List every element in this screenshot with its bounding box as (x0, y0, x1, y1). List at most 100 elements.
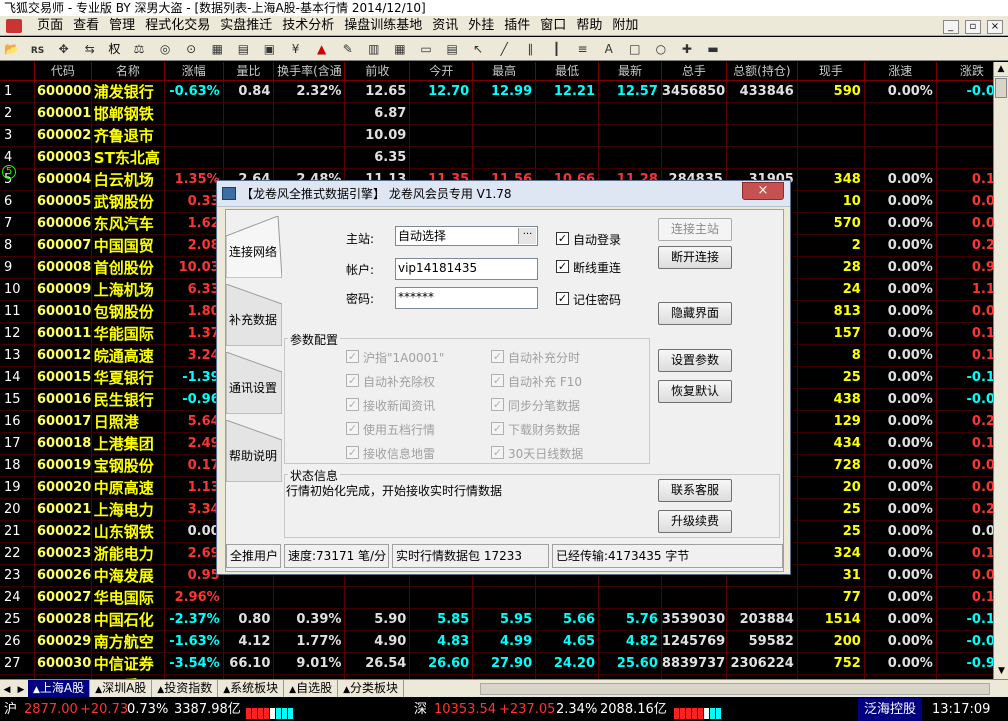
tab-connect-network[interactable]: 连接网络 (226, 216, 282, 278)
table-row[interactable]: 25 600028 中国石化 -2.37% 0.80 0.39% 5.90 5.85 5.95 5… (0, 608, 1008, 631)
column-header[interactable]: 最高 (472, 62, 537, 81)
line-icon[interactable]: ╱ (495, 40, 514, 58)
param-checkbox[interactable]: ✓ (346, 446, 359, 459)
scroll-thumb[interactable] (995, 78, 1007, 98)
column-header[interactable]: 涨幅 (164, 62, 224, 81)
tab-help[interactable]: 帮助说明 (226, 420, 282, 482)
column-header[interactable]: 换手率(含通 (273, 62, 346, 81)
text-icon[interactable]: A (599, 40, 618, 58)
scroll-up-icon[interactable]: ▲ (994, 62, 1008, 77)
parallel-icon[interactable]: ∥ (521, 40, 540, 58)
menu-item[interactable]: 插件 (499, 16, 535, 35)
upgrade-renew-button[interactable]: 升级续费 (658, 510, 732, 533)
menu-item[interactable]: 窗口 (535, 16, 571, 35)
param-checkbox[interactable]: ✓ (346, 398, 359, 411)
disconnect-button[interactable]: 断开连接 (658, 246, 732, 269)
alert-icon[interactable]: ▲ (312, 40, 331, 58)
remember-password-checkbox[interactable]: ✓ (556, 292, 569, 305)
server-select[interactable]: 自动选择 ··· (395, 226, 538, 246)
rect-icon[interactable]: □ (625, 40, 644, 58)
table-row[interactable]: 1 600000 浦发银行 -0.63% 0.84 2.32% 12.65 12.70 12.9… (0, 80, 1008, 103)
column-header[interactable]: 名称 (91, 62, 165, 81)
close-icon[interactable]: × (987, 20, 1003, 34)
weight-icon[interactable]: ⚖ (129, 40, 148, 58)
column-header[interactable]: 总额(持仓) (726, 62, 798, 81)
minimize-icon[interactable]: _ (942, 20, 959, 34)
set-params-button[interactable]: 设置参数 (658, 349, 732, 372)
book-icon[interactable]: ▤ (234, 40, 253, 58)
table-row[interactable]: 26 600029 南方航空 -1.63% 4.12 1.77% 4.90 4.83 4.99 4… (0, 630, 1008, 653)
password-input[interactable]: ****** (395, 287, 538, 309)
menu-item[interactable]: 实盘推迁 (215, 16, 277, 35)
sheet-tab[interactable]: ▲深圳A股 (90, 680, 153, 697)
auto-login-checkbox[interactable]: ✓ (556, 232, 569, 245)
server-browse-button[interactable]: ··· (518, 228, 536, 244)
param-checkbox[interactable]: ✓ (346, 350, 359, 363)
pen-icon[interactable]: ✎ (338, 40, 357, 58)
sheet-tab[interactable]: ▲上海A股 (28, 680, 91, 697)
dialog-close-button[interactable]: × (742, 182, 784, 200)
menu-item[interactable]: 管理 (104, 16, 140, 35)
vertical-scrollbar[interactable]: ▲ ▼ (993, 62, 1008, 679)
move-icon[interactable]: ✥ (54, 40, 73, 58)
glasses-icon[interactable]: ◎ (156, 40, 175, 58)
dialog-titlebar[interactable]: 【龙卷风全推式数据引擎】 龙卷风会员专用 V1.78 (217, 181, 790, 207)
menu-item[interactable]: 程式化交易 (140, 16, 215, 35)
contact-support-button[interactable]: 联系客服 (658, 479, 732, 502)
window-icon[interactable]: ▭ (417, 40, 436, 58)
sheet-tab[interactable]: ▲分类板块 (338, 680, 405, 697)
sheet-tab[interactable]: ▲投资指数 (152, 680, 219, 697)
param-checkbox[interactable]: ✓ (346, 422, 359, 435)
column-header[interactable]: 总手 (661, 62, 727, 81)
menu-item[interactable]: 技术分析 (277, 16, 339, 35)
cursor-icon[interactable]: ↖ (469, 40, 488, 58)
param-checkbox[interactable]: ✓ (491, 446, 504, 459)
tab-prev-icon[interactable]: ◀ (0, 682, 14, 697)
menu-item[interactable]: 资讯 (427, 16, 463, 35)
bars-icon[interactable]: ▥ (364, 40, 383, 58)
param-checkbox[interactable]: ✓ (491, 350, 504, 363)
sheet-tab[interactable]: ▲自选股 (284, 680, 339, 697)
table-row[interactable]: 24 600027 华电国际 2.96% 77 0.00% 0.16 (0, 586, 1008, 609)
ticker-box[interactable]: 泛海控股 (858, 698, 923, 721)
folder-open-icon[interactable]: 📂 (2, 40, 21, 58)
swap-icon[interactable]: ⇆ (80, 40, 99, 58)
binoculars-icon[interactable]: ⊙ (182, 40, 201, 58)
rs-icon[interactable]: RS (28, 42, 47, 60)
fib-icon[interactable]: ≡ (573, 40, 592, 58)
column-header[interactable]: 量比 (223, 62, 275, 81)
image-icon[interactable]: ▣ (260, 40, 279, 58)
menu-item[interactable]: 外挂 (463, 16, 499, 35)
reconnect-checkbox[interactable]: ✓ (556, 260, 569, 273)
ellipse-icon[interactable]: ○ (651, 40, 670, 58)
account-input[interactable]: vip14181435 (395, 258, 538, 280)
rights-dropdown[interactable]: 权 (108, 40, 120, 58)
menu-item[interactable]: 操盘训练基地 (339, 16, 427, 35)
money-icon[interactable]: ¥ (286, 40, 305, 58)
menu-item[interactable]: 附加 (607, 16, 643, 35)
hide-window-button[interactable]: 隐藏界面 (658, 302, 732, 325)
table-row[interactable]: 27 600030 中信证券 -3.54% 66.10 9.01% 26.54 26.60 27… (0, 652, 1008, 675)
cross-icon[interactable]: ✚ (677, 40, 696, 58)
column-header[interactable]: 最新 (598, 62, 662, 81)
column-header[interactable]: 最低 (535, 62, 600, 81)
menu-item[interactable]: 帮助 (571, 16, 607, 35)
table-row[interactable]: 2 600001 邯郸钢铁 6.87 (0, 102, 1008, 125)
column-header[interactable]: 涨速 (864, 62, 937, 81)
scroll-down-icon[interactable]: ▼ (994, 664, 1008, 679)
column-header[interactable]: 前收 (344, 62, 411, 81)
tab-comm-settings[interactable]: 通讯设置 (226, 352, 282, 414)
tab-next-icon[interactable]: ▶ (14, 682, 28, 697)
calculator-icon[interactable]: ▦ (208, 40, 227, 58)
table-row[interactable]: 3 600002 齐鲁退市 10.09 (0, 124, 1008, 147)
connect-server-button[interactable]: 连接主站 (658, 218, 732, 241)
param-checkbox[interactable]: ✓ (346, 374, 359, 387)
column-header[interactable]: 今开 (409, 62, 474, 81)
restore-icon[interactable]: ▫ (964, 20, 981, 34)
vline-icon[interactable]: ┃ (547, 40, 566, 58)
app-logo-icon[interactable] (6, 19, 22, 33)
horizontal-scrollbar[interactable] (480, 683, 990, 695)
column-header[interactable] (0, 62, 35, 81)
param-checkbox[interactable]: ✓ (491, 422, 504, 435)
menu-item[interactable]: 查看 (68, 16, 104, 35)
